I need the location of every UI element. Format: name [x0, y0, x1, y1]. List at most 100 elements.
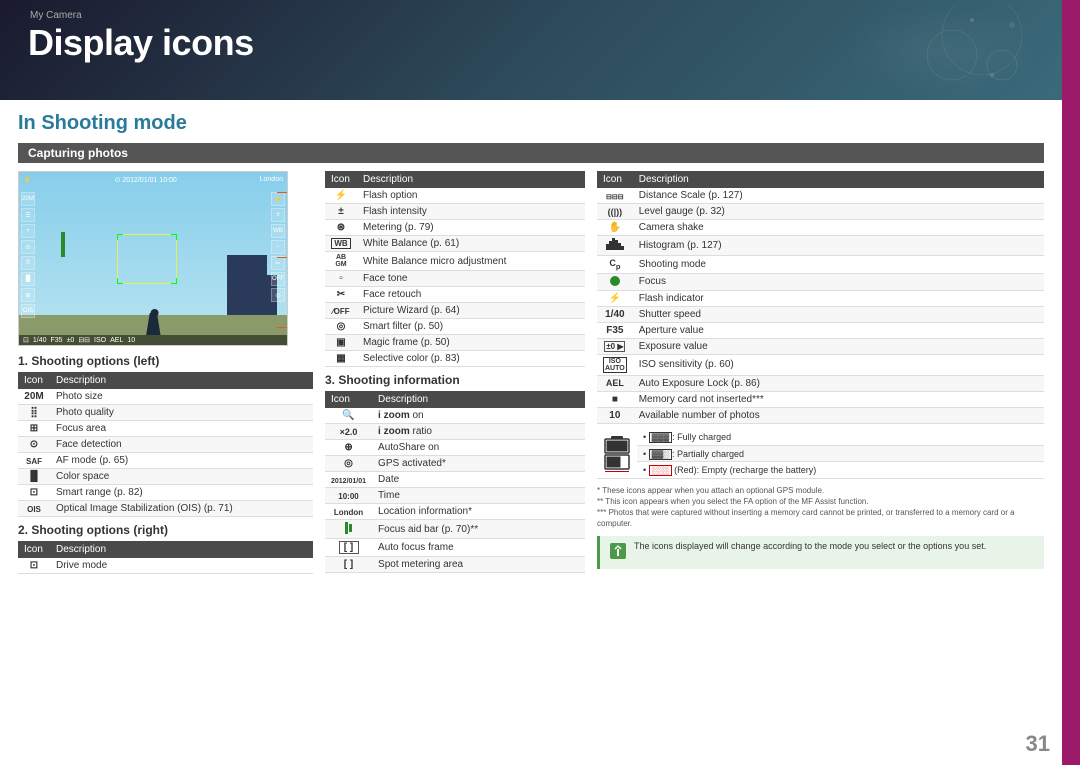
main-icons-table: Icon Description ⚡Flash option ±Flash in… — [325, 171, 585, 367]
table-row: 10 Available number of photos — [597, 407, 1044, 423]
desc-histogram: Histogram (p. 127) — [633, 236, 1044, 256]
icon-selective-color: ▦ — [331, 353, 351, 364]
table-row: ■Memory card not inserted*** — [597, 391, 1044, 407]
table-row: Histogram (p. 127) — [597, 236, 1044, 256]
table-row: ▫Face tone — [325, 271, 585, 287]
table-row: AELAuto Exposure Lock (p. 86) — [597, 375, 1044, 391]
icon-face-detect: ⊙ — [24, 439, 44, 450]
desc-shooting-mode: Shooting mode — [633, 256, 1044, 274]
table-row: ± Flash intensity — [325, 204, 585, 220]
table-row: ⚡ Flash indicator — [597, 290, 1044, 306]
icon-color-space: ▐▌ — [24, 471, 44, 482]
table-row: ⊡Smart range (p. 82) — [18, 485, 313, 501]
icon-flash-indicator: ⚡ — [605, 293, 625, 304]
table-row: 1/40Shutter speed — [597, 306, 1044, 322]
shooting-options-left-table: Icon Description 20MPhoto size ⣿Photo qu… — [18, 372, 313, 517]
desc-picture-wizard: Picture Wizard (p. 64) — [357, 303, 585, 319]
icon-aperture: F35 — [605, 325, 625, 336]
desc-focus-aid-bar: Focus aid bar (p. 70)** — [372, 520, 585, 539]
icon-exposure: ±0 ▶ — [604, 341, 625, 352]
icon-shutter-speed: 1/40 — [605, 309, 625, 320]
desc-face-retouch: Face retouch — [357, 287, 585, 303]
table-row: Focus aid bar (p. 70)** — [325, 520, 585, 539]
cam-right-icons: ⚡ ± WB ▫ ✂ OFF ◎ — [271, 192, 285, 302]
icon-smart-filter: ◎ — [331, 321, 351, 332]
desc-color-space: Color space — [50, 469, 313, 485]
desc-af-mode: AF mode (p. 65) — [50, 453, 313, 469]
table-row: 🔍i zoom on — [325, 408, 585, 424]
main-content: In Shooting mode Capturing photos — [0, 100, 1062, 765]
table-row: ◎Smart filter (p. 50) — [325, 319, 585, 335]
info-icon — [608, 541, 628, 564]
icon-spot-metering: [ ] — [339, 559, 359, 570]
table-row: F35Aperture value — [597, 322, 1044, 338]
desc-battery-full: • ▓▓▓: Fully charged — [637, 430, 1044, 446]
icon-camera-shake: ✋ — [605, 222, 625, 233]
sol-icon-header: Icon — [18, 372, 50, 389]
desc-time: Time — [372, 488, 585, 504]
breadcrumb: My Camera — [30, 10, 82, 21]
desc-date: Date — [372, 472, 585, 488]
shooting-info-title: 3. Shooting information — [325, 373, 585, 387]
callout-line-1 — [277, 192, 288, 193]
desc-iso: ISO sensitivity (p. 60) — [633, 354, 1044, 375]
desc-izoom-on: i zoom on — [372, 408, 585, 424]
callout-line-2 — [277, 257, 288, 258]
icon-date: 2012/01/01 — [331, 478, 366, 485]
table-row: CpShooting mode — [597, 256, 1044, 274]
table-row: LondonLocation information* — [325, 504, 585, 520]
focus-frame — [117, 234, 177, 284]
icon-magic-frame: ▣ — [331, 337, 351, 348]
desc-battery-partial: • ▓▓░: Partially charged — [637, 446, 1044, 462]
callout-line-3 — [277, 327, 288, 328]
desc-white-balance: White Balance (p. 61) — [357, 236, 585, 252]
desc-smart-range: Smart range (p. 82) — [50, 485, 313, 501]
icon-histogram — [605, 238, 625, 253]
table-row: ⊛Metering (p. 79) — [325, 220, 585, 236]
icon-focus-area: ⊞ — [24, 423, 44, 434]
info-box: The icons displayed will change accordin… — [597, 536, 1044, 569]
ri-desc-header: Description — [633, 171, 1044, 188]
table-row: ⊡Drive mode — [18, 558, 313, 574]
cam-bottom-bar: ⊡ 1/40 F35 ±0 ⊟⊟ ISO AEL 10 — [19, 335, 287, 345]
footnote-star3: *** Photos that were captured without in… — [597, 507, 1044, 529]
camera-preview-inner: ⚡ ⊙ 2012/01/01 10:00 London 20M ☰ + ⊙ S … — [19, 172, 287, 345]
icon-battery — [603, 434, 631, 474]
table-row: • ░░░ (Red): Empty (recharge the battery… — [597, 462, 1044, 478]
desc-distance-scale: Distance Scale (p. 127) — [633, 188, 1044, 204]
icon-flash-intensity: ± — [331, 206, 351, 217]
page-title: Display icons — [28, 22, 254, 64]
icon-af-mode: SAF — [24, 457, 44, 466]
desc-available-photos: Available number of photos — [633, 407, 1044, 423]
desc-focus: Focus — [633, 273, 1044, 290]
desc-photo-quality: Photo quality — [50, 405, 313, 421]
green-bar-indicator — [61, 232, 65, 257]
desc-wb-micro: White Balance micro adjustment — [357, 252, 585, 271]
shooting-options-right-title: 2. Shooting options (right) — [18, 523, 313, 537]
section-title: In Shooting mode — [18, 112, 1044, 135]
table-row: ⊞Focus area — [18, 421, 313, 437]
icon-iso: ISOAUTO — [603, 357, 627, 373]
table-row: ◎GPS activated* — [325, 456, 585, 472]
table-row: ▣Magic frame (p. 50) — [325, 335, 585, 351]
sor-desc-header: Description — [50, 541, 313, 558]
table-row: ⊙Face detection — [18, 437, 313, 453]
table-row: • ▓▓░: Partially charged — [597, 446, 1044, 462]
desc-flash-intensity: Flash intensity — [357, 204, 585, 220]
table-row: WBWhite Balance (p. 61) — [325, 236, 585, 252]
icon-available-photos: 10 — [605, 410, 625, 421]
table-row: SAF AF mode (p. 65) — [18, 453, 313, 469]
table-row: • ▓▓▓: Fully charged — [597, 430, 1044, 446]
mi-desc-header: Description — [357, 171, 585, 188]
table-row: ISOAUTO ISO sensitivity (p. 60) — [597, 354, 1044, 375]
desc-flash-indicator: Flash indicator — [633, 290, 1044, 306]
cam-top-bar: ⚡ ⊙ 2012/01/01 10:00 London — [19, 176, 287, 184]
shooting-options-left-title: 1. Shooting options (left) — [18, 354, 313, 368]
right-column: Icon Description ⊟⊟⊟Distance Scale (p. 1… — [597, 171, 1044, 745]
icon-face-tone: ▫ — [331, 273, 351, 284]
icon-flash-option: ⚡ — [331, 190, 351, 201]
si-desc-header: Description — [372, 391, 585, 408]
icon-time: 10:00 — [338, 492, 358, 501]
icon-distance-scale: ⊟⊟⊟ — [605, 193, 625, 201]
icon-izoom-ratio: ×2.0 — [339, 427, 359, 437]
